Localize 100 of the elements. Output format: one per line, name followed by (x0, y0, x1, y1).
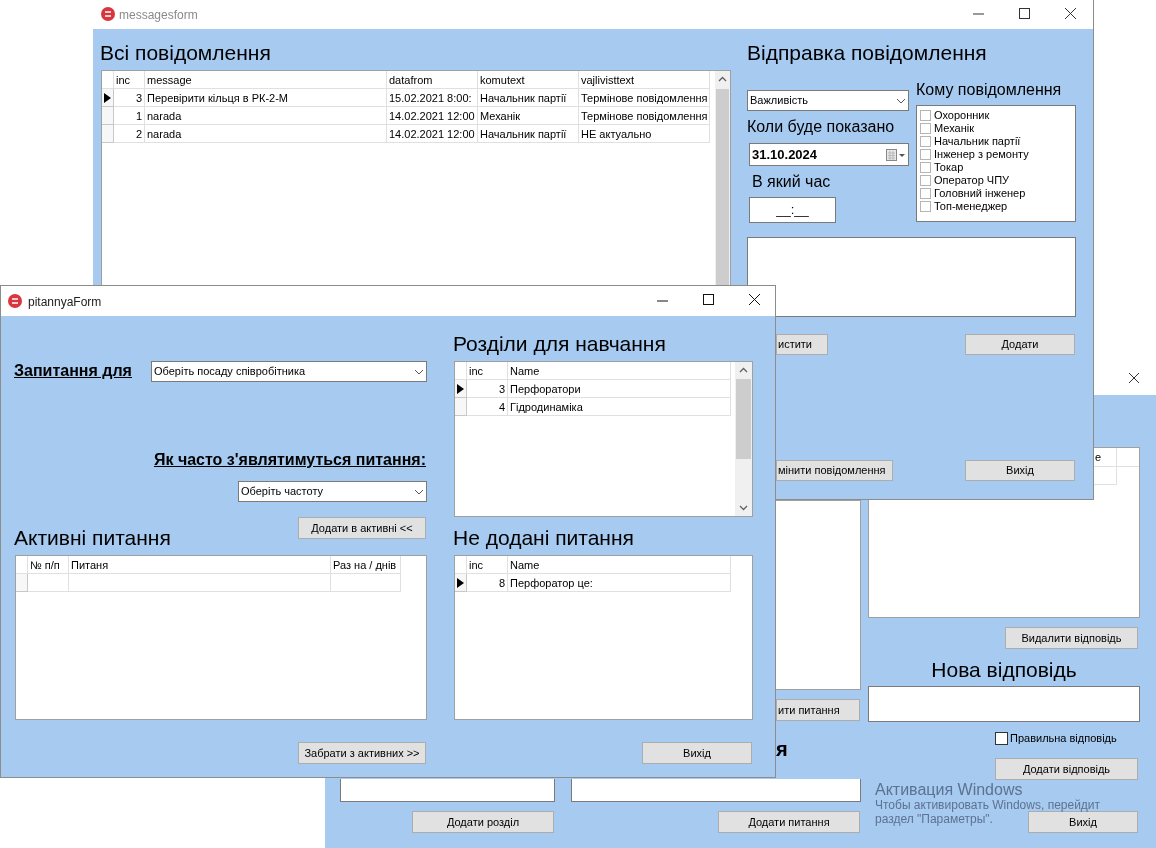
question-input[interactable] (571, 779, 861, 802)
close-icon[interactable] (1128, 372, 1140, 384)
scrollbar[interactable] (735, 362, 752, 516)
date-field[interactable]: 31.10.2024 (749, 143, 909, 166)
column-header[interactable]: vajlivisttext (579, 71, 710, 89)
section-heading: я (776, 737, 788, 761)
table-cell: 4 (467, 398, 508, 416)
field-label: Кому повідомлення (916, 80, 1062, 100)
add-button[interactable]: Додати (965, 334, 1075, 355)
section-heading: Активні питання (14, 525, 171, 551)
table-cell: Начальник партії (478, 125, 579, 143)
table-cell: narada (145, 107, 387, 125)
exit-button[interactable]: Вихід (642, 742, 752, 764)
column-header[interactable]: message (145, 71, 387, 89)
window-title: messagesform (119, 7, 198, 24)
app-icon (101, 7, 115, 21)
checkbox-label: Правильна відповідь (1010, 731, 1117, 746)
add-answer-button[interactable]: Додати відповідь (995, 758, 1138, 780)
checkbox[interactable] (920, 136, 931, 147)
table-cell: 3 (114, 89, 145, 107)
table-cell: Гідродинаміка (508, 398, 731, 416)
position-dropdown[interactable]: Оберіть посаду співробітника (151, 361, 427, 382)
maximize-icon[interactable] (1019, 8, 1030, 19)
checkbox-label: Механік (934, 122, 974, 135)
importance-dropdown[interactable]: Важливість (747, 90, 909, 111)
scrollbar[interactable] (715, 71, 730, 285)
row-indicator[interactable] (455, 574, 467, 592)
minimize-icon[interactable] (973, 13, 984, 15)
message-textarea[interactable] (747, 237, 1076, 317)
checkbox[interactable] (920, 188, 931, 199)
checkbox-label: Охоронник (934, 109, 990, 122)
table-cell: 15.02.2021 8:00: (387, 89, 478, 107)
column-header[interactable]: inc (467, 362, 508, 380)
table-cell: НЕ актуально (579, 125, 710, 143)
remove-from-active-button[interactable]: Забрати з активних >> (298, 742, 426, 764)
table-cell: Перфоратори (508, 380, 731, 398)
add-to-active-button[interactable]: Додати в активні << (298, 517, 426, 539)
table-cell: 14.02.2021 12:00 (387, 125, 478, 143)
section-heading: Не додані питання (453, 525, 634, 551)
section-heading: Нова відповідь (930, 657, 1078, 683)
activation-notice-title: Активация Windows (875, 781, 1023, 798)
table-cell: narada (145, 125, 387, 143)
column-header[interactable]: inc (114, 71, 145, 89)
minimize-icon[interactable] (657, 300, 668, 302)
add-question-button[interactable]: ити питання (776, 699, 860, 721)
field-label: Як часто з'являтимуться питання: (153, 450, 426, 470)
checkbox-label: Оператор ЧПУ (934, 174, 1010, 187)
clear-button[interactable]: истити (776, 334, 828, 355)
checkbox-label: Інженер з ремонту (934, 148, 1029, 161)
answer-input[interactable] (868, 686, 1140, 722)
table-cell: 1 (114, 107, 145, 125)
row-indicator[interactable] (455, 380, 467, 398)
table-cell (331, 574, 401, 592)
row-pointer-icon (457, 383, 464, 394)
column-header[interactable]: Name (508, 556, 731, 574)
table-cell: 14.02.2021 12:00 (387, 107, 478, 125)
delete-answer-button[interactable]: Видалити відповідь (1005, 627, 1138, 649)
checkbox[interactable] (920, 149, 931, 160)
column-header[interactable]: datafrom (387, 71, 478, 89)
activation-notice-text: раздел "Параметры". (875, 812, 993, 826)
frequency-dropdown[interactable]: Оберіть частоту (238, 481, 427, 502)
column-header[interactable]: inc (467, 556, 508, 574)
checkbox-label: Топ-менеджер (934, 200, 1008, 213)
table-cell: 8 (467, 574, 508, 592)
field-label: Коли буде показано (747, 117, 895, 137)
column-header[interactable]: komutext (478, 71, 579, 89)
add-section-button[interactable]: Додати розділ (412, 811, 554, 833)
activation-notice-text: Чтобы активировать Windows, перейдит (875, 798, 1101, 812)
window-title: pitannyaForm (28, 294, 102, 311)
section-heading: Розділи для навчання (453, 331, 666, 357)
change-message-button[interactable]: мінити повідомлення (776, 460, 893, 481)
calendar-dropdown-icon[interactable] (886, 148, 906, 161)
checkbox[interactable] (920, 162, 931, 173)
column-header[interactable]: № п/п (28, 556, 69, 574)
exit-button[interactable]: Вихід (965, 460, 1075, 481)
close-icon[interactable] (1065, 8, 1076, 19)
table-cell: Механік (478, 107, 579, 125)
checkbox[interactable] (920, 201, 931, 212)
checkbox-label: Токар (934, 161, 964, 174)
maximize-icon[interactable] (703, 294, 714, 305)
checkbox[interactable] (920, 123, 931, 134)
row-indicator[interactable] (102, 89, 114, 107)
close-icon[interactable] (749, 294, 760, 305)
column-header[interactable]: Питаня (69, 556, 331, 574)
app-icon (8, 294, 22, 308)
table-cell: Термінове повідомлення (579, 89, 710, 107)
column-header[interactable]: Name (508, 362, 731, 380)
column-header[interactable]: Раз на / днів (331, 556, 401, 574)
table-cell: Перевірити кільця в РК-2-М (145, 89, 387, 107)
checkbox[interactable] (995, 731, 1008, 745)
exit-button[interactable]: Вихід (1028, 811, 1138, 833)
checkbox[interactable] (920, 110, 931, 121)
time-field[interactable]: __:__ (749, 197, 836, 223)
field-label: Запитання для (14, 361, 132, 381)
field-label: В який час (752, 172, 831, 192)
table-cell: Перфоратор це: (508, 574, 731, 592)
checkbox[interactable] (920, 175, 931, 186)
table-cell: Начальник партії (478, 89, 579, 107)
add-question-button[interactable]: Додати питання (718, 811, 860, 833)
section-input[interactable] (340, 779, 555, 802)
